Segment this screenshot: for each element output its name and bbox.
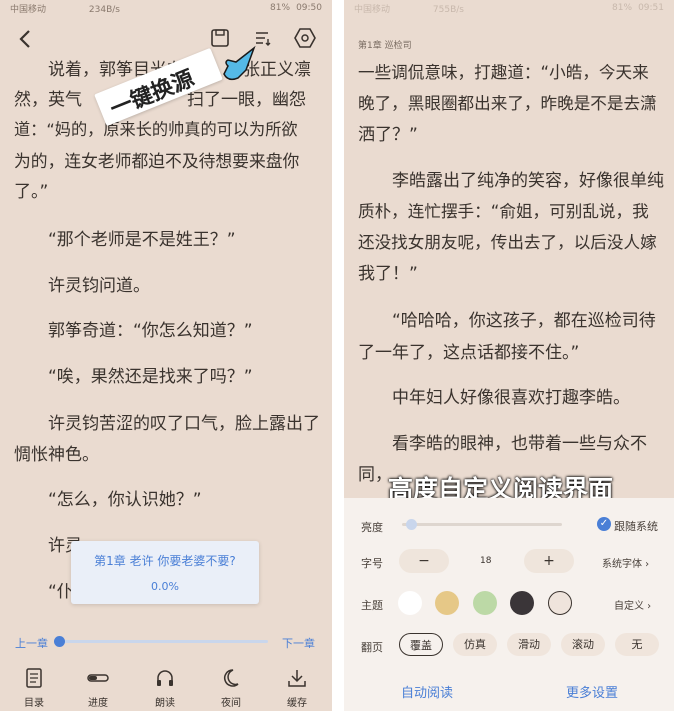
font-increase-button[interactable]: + [524,549,574,573]
toolbar-night[interactable]: 夜间 [211,666,251,709]
popup-progress: 0.0% [151,580,179,593]
theme-beige-swatch[interactable] [548,591,572,615]
custom-theme-link[interactable]: 自定义 › [614,597,651,612]
paragraph-line: 许灵钧问道。 [48,276,150,296]
toolbar-label: 朗读 [155,698,175,709]
carrier: 中国移动 [354,4,391,15]
chapter-progress-popup: 第1章 老许 你要老婆不要? 0.0% [71,541,259,604]
paragraph-line: 为的，连女老师都迫不及待想要来盘你 [14,151,300,171]
catalog-icon [26,668,42,688]
paragraph-line: “怎么，你认识她？” [48,490,202,510]
toolbar-label: 目录 [24,698,44,709]
page-mode-slide[interactable]: 滑动 [507,633,551,656]
reader-panel-left: 中国移动 234B/s 81% 09:50 说着，郭筝目光在 张正义凛 然，英气… [0,0,332,711]
battery-level: 81% [612,3,633,13]
paragraph-line: 惆怅神色。 [14,445,99,465]
status-bar: 中国移动 234B/s 81% 09:50 [0,0,332,16]
theme-yellow-swatch[interactable] [435,591,459,615]
paragraph-line: 然，英气 [14,90,82,110]
back-arrow-icon[interactable] [16,28,36,50]
clock: 09:51 [638,3,664,13]
paragraph-line: 我了！” [358,264,418,284]
battery-level: 81% [270,3,291,13]
slider-thumb[interactable] [54,636,65,647]
reader-panel-right: 中国移动 755B/s 81% 09:51 第1章 巡检司 一些调侃意味，打趣道… [344,0,674,711]
paragraph-line: “哈哈哈，你这孩子，都在巡检司待 [392,311,656,331]
moon-icon [223,669,239,687]
auto-read-button[interactable]: 自动阅读 [401,682,453,701]
paragraph-line: 了。” [14,182,49,202]
toolbar-cache[interactable]: 缓存 [277,666,317,709]
paragraph-line: 许灵钧苦涩的叹了口气，脸上露出了 [48,414,320,434]
paragraph-line: “仆 [48,582,74,602]
progress-icon [87,674,109,682]
page-mode-scroll[interactable]: 滚动 [561,633,605,656]
headphones-icon [157,670,173,686]
toolbar-label: 缓存 [287,698,307,709]
chapter-header: 第1章 巡检司 [358,41,412,51]
chapter-slider[interactable] [54,636,268,647]
status-bar: 中国移动 755B/s 81% 09:51 [344,0,674,16]
font-decrease-button[interactable]: − [399,549,449,573]
paragraph-line: 一些调侃意味，打趣道：“小皓，今天来 [358,63,649,82]
paragraph-line: 还没找女朋友呢，传出去了，以后没人嫁 [358,233,657,252]
system-font-link[interactable]: 系统字体 › [602,555,649,570]
slider-thumb[interactable] [406,519,417,530]
download-icon [288,670,306,687]
paragraph-line: 晚了，黑眼圈都出来了，昨晚是不是去潇 [358,94,657,113]
paragraph-line: “那个老师是不是姓王？” [48,230,236,250]
page-mode-cover[interactable]: 覆盖 [399,633,443,656]
font-size-label: 字号 [361,557,383,570]
paragraph-line: 扫了一眼，幽怨 [187,90,306,110]
paragraph-line: “唉，果然还是找来了吗？” [48,367,253,387]
theme-white-swatch[interactable] [398,591,422,615]
net-speed: 755B/s [432,4,464,15]
more-settings-button[interactable]: 更多设置 [566,682,618,701]
theme-dark-swatch[interactable] [510,591,534,615]
paragraph-line: 道：“妈的，原来长的帅真的可以为所欲 [14,120,298,139]
bottom-toolbar: 目录 进度 朗读 夜间 缓存 [0,658,332,711]
paragraph-line: 同， [358,465,392,485]
paragraph-line: 中年妇人好像很喜欢打趣李皓。 [392,388,630,408]
paragraph-line: 看李皓的眼神，也带着一些与众不 [392,434,647,454]
toolbar-progress[interactable]: 进度 [78,666,118,709]
carrier: 中国移动 [10,4,47,15]
toolbar-catalog[interactable]: 目录 [14,666,54,709]
paragraph-line: 质朴，连忙摆手：“俞姐，可别乱说，我 [358,202,649,221]
toolbar-label: 夜间 [221,698,241,709]
theme-label: 主题 [361,599,383,612]
brightness-label: 亮度 [361,521,383,534]
paragraph-line: 郭筝奇道：“你怎么知道？” [48,321,253,341]
prev-chapter-link[interactable]: 上一章 [15,635,48,651]
clock: 09:50 [296,3,322,13]
toolbar-read-aloud[interactable]: 朗读 [145,666,185,709]
follow-system-checkbox[interactable]: ✓ [597,517,611,531]
theme-green-swatch[interactable] [473,591,497,615]
brightness-slider[interactable] [402,519,562,530]
net-speed: 234B/s [88,4,120,15]
page-mode-simulate[interactable]: 仿真 [453,633,497,656]
paragraph-line: 了一年了，这点话都接不住。” [358,343,580,363]
paragraph-line: 洒了？” [358,125,418,145]
follow-system-label: 跟随系统 [614,520,658,533]
page-turn-label: 翻页 [361,641,383,654]
paragraph-line: 李皓露出了纯净的笑容，好像很单纯 [392,171,664,191]
page-mode-none[interactable]: 无 [615,633,659,656]
pointing-hand-icon [223,45,256,81]
settings-hexagon-icon[interactable] [294,27,316,49]
popup-chapter-title: 第1章 老许 你要老婆不要? [94,554,236,568]
font-size-value: 18 [480,556,492,566]
toolbar-label: 进度 [88,698,108,709]
next-chapter-link[interactable]: 下一章 [282,635,315,651]
